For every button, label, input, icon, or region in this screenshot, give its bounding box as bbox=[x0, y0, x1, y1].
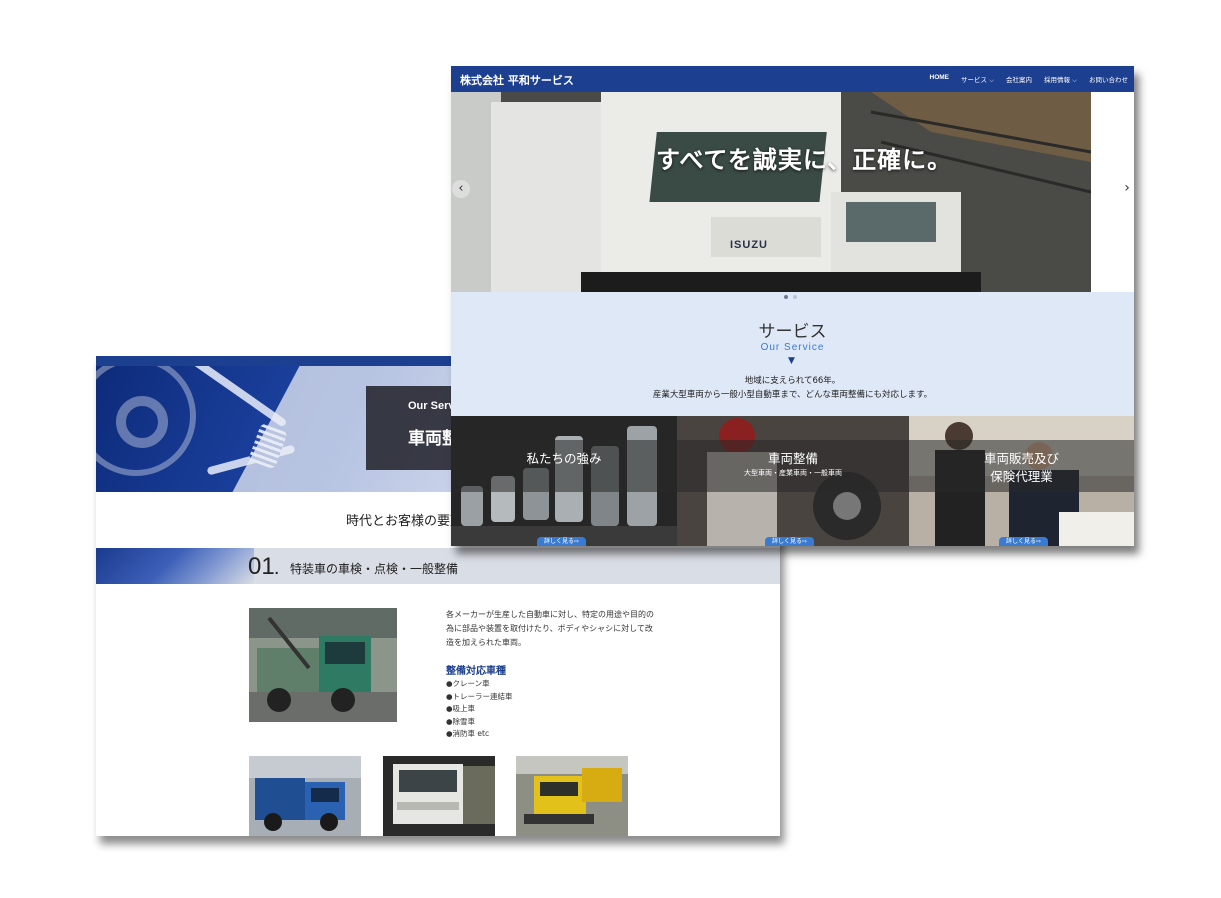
top-nav-bar: 株式会社 平和サービス HOME サービス ⌵ 会社案内 採用情報 ⌵ お問い合… bbox=[451, 66, 1134, 92]
card-title: 私たちの強み bbox=[526, 451, 602, 466]
service-section: サービス Our Service ▼ 地域に支えられて66年。 産業大型車両から… bbox=[451, 292, 1134, 416]
card-title-line-2: 保険代理業 bbox=[990, 469, 1053, 484]
section-title: 特装車の車検・点検・一般整備 bbox=[290, 562, 459, 576]
hero-headline: すべてを誠実に、正確に。 bbox=[656, 146, 953, 174]
section-heading-band: 01. 特装車の車検・点検・一般整備 bbox=[96, 548, 780, 584]
card-title: 車両整備 bbox=[767, 451, 818, 466]
slider-next-button[interactable]: › bbox=[1120, 180, 1134, 198]
nav-recruit[interactable]: 採用情報 ⌵ bbox=[1044, 74, 1077, 85]
vehicle-types-list: ●クレーン車 ●トレーラー連結車 ●吸上車 ●除雪車 ●消防車 etc bbox=[446, 678, 513, 741]
truck-brand-logo: ISUZU bbox=[730, 239, 768, 251]
nav-company[interactable]: 会社案内 bbox=[1006, 74, 1032, 85]
service-lead-line-1: 地域に支えられて66年。 bbox=[744, 376, 841, 386]
card-maintenance[interactable]: 車両整備 大型車両・産業車両・一般車両 詳しく見る⇨ bbox=[677, 416, 909, 546]
nav-contact[interactable]: お問い合わせ bbox=[1089, 74, 1128, 85]
list-item: ●吸上車 bbox=[446, 704, 476, 713]
service-title: サービス bbox=[758, 322, 827, 342]
list-item: ●クレーン車 bbox=[446, 679, 490, 688]
slider-dots bbox=[784, 295, 797, 299]
hero-title-en: Our Serv bbox=[408, 400, 455, 412]
section-polygon-graphic bbox=[96, 548, 254, 584]
card-strengths[interactable]: 私たちの強み 詳しく見る⇨ bbox=[451, 416, 677, 546]
snowplow-truck-photo bbox=[516, 756, 628, 836]
types-heading: 整備対応車種 bbox=[446, 666, 506, 677]
service-subtitle: Our Service bbox=[760, 342, 825, 353]
garbage-truck-photo bbox=[249, 756, 361, 836]
card-sales-insurance[interactable]: 車両販売及び 保険代理業 詳しく見る⇨ bbox=[909, 416, 1134, 546]
list-item: ●トレーラー連結車 bbox=[446, 691, 513, 701]
back-lead-text: 時代とお客様の要望 bbox=[346, 514, 464, 529]
main-menu: HOME サービス ⌵ 会社案内 採用情報 ⌵ お問い合わせ bbox=[930, 74, 1129, 85]
service-cards: 私たちの強み 詳しく見る⇨ 車両整備 大型車両・産業車両・一般車両 詳しく見る⇨ bbox=[451, 416, 1134, 546]
triangle-down-icon: ▼ bbox=[788, 356, 795, 366]
nav-home[interactable]: HOME bbox=[930, 74, 950, 85]
list-item: ●除雪車 bbox=[446, 716, 476, 726]
site-logo[interactable]: 株式会社 平和サービス bbox=[460, 72, 574, 88]
service-lead-line-2: 産業大型車両から一般小型自動車まで、どんな車両整備にも対応します。 bbox=[652, 390, 933, 400]
card-subtitle: 大型車両・産業車両・一般車両 bbox=[744, 469, 842, 477]
composite-stage: Our Serv 車両整 時代とお客様の要望 01. 特装車の車検・点検・一般整… bbox=[0, 0, 1221, 898]
slider-prev-button[interactable]: ‹ bbox=[452, 180, 470, 198]
section-number: 01. bbox=[248, 553, 279, 580]
home-page: 株式会社 平和サービス HOME サービス ⌵ 会社案内 採用情報 ⌵ お問い合… bbox=[451, 66, 1134, 546]
gear-graphic bbox=[116, 396, 168, 448]
card-more-button[interactable]: 詳しく見る⇨ bbox=[765, 537, 815, 546]
slider-dot[interactable] bbox=[793, 295, 797, 299]
hero-truck-photo: ISUZU bbox=[451, 92, 1091, 292]
tanker-truck-photo bbox=[383, 756, 495, 836]
card-title: 車両販売及び bbox=[983, 451, 1059, 466]
crane-truck-photo bbox=[249, 608, 397, 722]
hero-slider: ISUZU すべてを誠実に、正確に。 ‹ › bbox=[451, 92, 1134, 292]
list-item: ●消防車 etc bbox=[446, 729, 490, 738]
service-description: 各メーカーが生産した自動車に対し、特定の用途や目的の為に部品や装置を取付けたり、… bbox=[446, 610, 654, 647]
nav-services[interactable]: サービス ⌵ bbox=[961, 74, 994, 85]
slider-dot[interactable] bbox=[784, 295, 788, 299]
card-more-button[interactable]: 詳しく見る⇨ bbox=[537, 537, 587, 546]
card-more-button[interactable]: 詳しく見る⇨ bbox=[999, 537, 1049, 546]
